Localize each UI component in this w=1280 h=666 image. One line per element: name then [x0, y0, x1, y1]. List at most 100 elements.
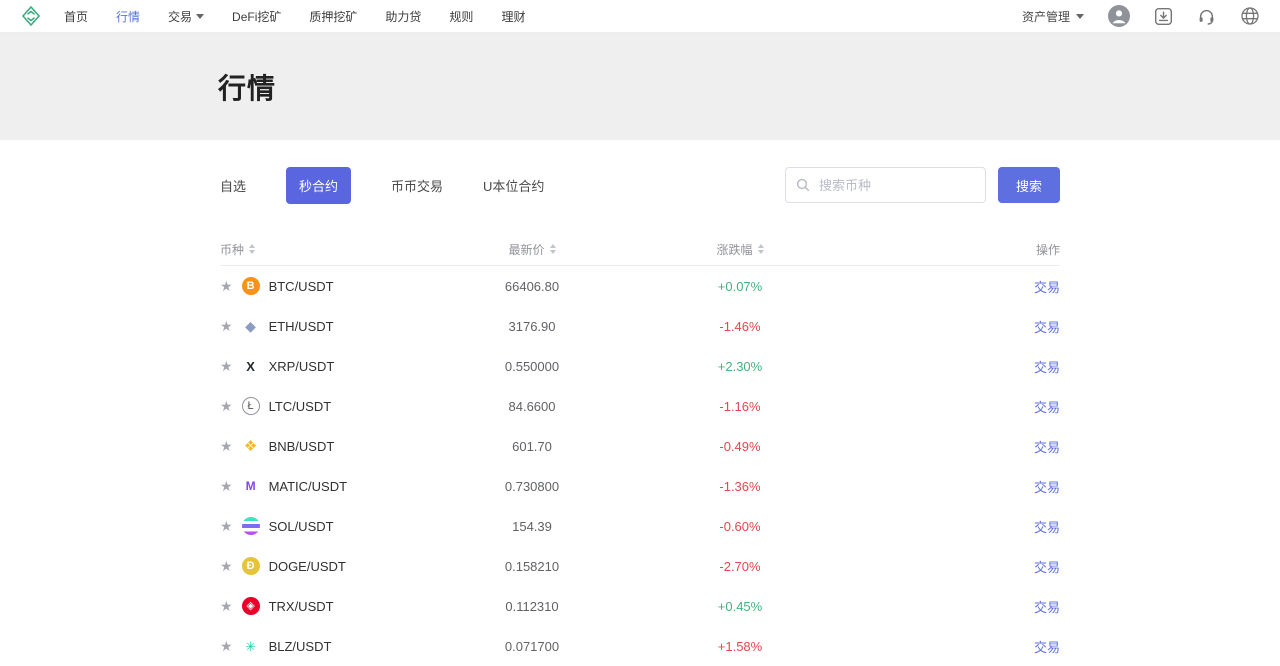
pair-label: LTC/USDT: [269, 399, 332, 414]
nav-item-label: DeFi挖矿: [232, 8, 281, 25]
nav-item-label: 交易: [168, 8, 192, 25]
nav-item[interactable]: DeFi挖矿: [232, 8, 281, 25]
sort-icon[interactable]: [758, 244, 764, 254]
last-price: 0.730800: [430, 479, 634, 494]
pair-cell: ★BBTC/USDT: [220, 277, 430, 295]
nav-item[interactable]: 助力贷: [385, 8, 421, 25]
column-header-label: 币种: [220, 241, 244, 258]
change-percent: -0.49%: [634, 439, 846, 454]
favorite-star-icon[interactable]: ★: [220, 279, 233, 293]
action-cell: 交易: [846, 517, 1060, 536]
trade-link[interactable]: 交易: [1034, 317, 1060, 336]
search-button[interactable]: 搜索: [998, 167, 1060, 203]
favorite-star-icon[interactable]: ★: [220, 519, 233, 533]
market-page: 自选秒合约币币交易U本位合约 搜索 币种最新价涨跌幅操作 ★BBTC/USDT6…: [220, 167, 1060, 666]
pair-cell: ★ SOL/USDT: [220, 517, 430, 535]
trade-link[interactable]: 交易: [1034, 357, 1060, 376]
sort-icon[interactable]: [249, 244, 255, 254]
asset-management-menu[interactable]: 资产管理: [1022, 8, 1084, 25]
table-row: ★◆ETH/USDT3176.90-1.46%交易: [220, 306, 1060, 346]
nav-item[interactable]: 理财: [501, 8, 525, 25]
trade-link[interactable]: 交易: [1034, 277, 1060, 296]
nav-item[interactable]: 交易: [168, 8, 204, 25]
last-price-value: 0.071700: [505, 639, 559, 654]
avatar-icon[interactable]: [1108, 5, 1130, 27]
tab-0[interactable]: 自选: [220, 176, 246, 195]
trade-link[interactable]: 交易: [1034, 477, 1060, 496]
last-price-value: 0.112310: [505, 599, 558, 614]
column-header-label: 操作: [1036, 241, 1060, 258]
tab-3[interactable]: U本位合约: [483, 176, 544, 195]
market-table-body: ★BBTC/USDT66406.80+0.07%交易★◆ETH/USDT3176…: [220, 266, 1060, 666]
trade-link[interactable]: 交易: [1034, 637, 1060, 656]
pair-cell: ★XXRP/USDT: [220, 357, 430, 375]
action-cell: 交易: [846, 597, 1060, 616]
favorite-star-icon[interactable]: ★: [220, 559, 233, 573]
action-cell: 交易: [846, 637, 1060, 656]
action-cell: 交易: [846, 477, 1060, 496]
trade-link[interactable]: 交易: [1034, 437, 1060, 456]
favorite-star-icon[interactable]: ★: [220, 399, 233, 413]
change-percent: -0.60%: [634, 519, 846, 534]
change-percent-value: +1.58%: [718, 639, 762, 654]
pair-label: BLZ/USDT: [269, 639, 332, 654]
action-cell: 交易: [846, 317, 1060, 336]
pair-label: SOL/USDT: [269, 519, 334, 534]
change-percent: +2.30%: [634, 359, 846, 374]
search-box[interactable]: [785, 167, 986, 203]
pair-cell: ★✳BLZ/USDT: [220, 637, 430, 655]
pair-label: DOGE/USDT: [269, 559, 346, 574]
column-header[interactable]: 涨跌幅: [634, 241, 846, 258]
nav-item-label: 规则: [449, 8, 473, 25]
column-header[interactable]: 币种: [220, 241, 430, 258]
sort-icon[interactable]: [550, 244, 556, 254]
support-headset-icon[interactable]: [1197, 7, 1216, 26]
action-cell: 交易: [846, 557, 1060, 576]
favorite-star-icon[interactable]: ★: [220, 359, 233, 373]
change-percent: -1.16%: [634, 399, 846, 414]
table-row: ★❖BNB/USDT601.70-0.49%交易: [220, 426, 1060, 466]
last-price: 0.071700: [430, 639, 634, 654]
favorite-star-icon[interactable]: ★: [220, 479, 233, 493]
change-percent: -1.46%: [634, 319, 846, 334]
trade-link[interactable]: 交易: [1034, 517, 1060, 536]
last-price: 0.158210: [430, 559, 634, 574]
last-price: 84.6600: [430, 399, 634, 414]
nav-menu: 首页 行情 交易 DeFi挖矿 质押挖矿 助力贷 规则 理财: [64, 8, 525, 25]
change-percent-value: +0.45%: [718, 599, 762, 614]
change-percent: +1.58%: [634, 639, 846, 654]
table-row: ★ÐDOGE/USDT0.158210 -2.70% 交易: [220, 546, 1060, 586]
last-price-value: 84.6600: [509, 399, 556, 414]
download-icon[interactable]: [1154, 7, 1173, 26]
nav-item[interactable]: 规则: [449, 8, 473, 25]
nav-item[interactable]: 质押挖矿: [309, 8, 357, 25]
market-table: 币种最新价涨跌幅操作 ★BBTC/USDT66406.80+0.07%交易★◆E…: [220, 233, 1060, 666]
table-row: ★XXRP/USDT0.550000+2.30%交易: [220, 346, 1060, 386]
favorite-star-icon[interactable]: ★: [220, 439, 233, 453]
table-header: 币种 最新价涨跌幅 操作: [220, 233, 1060, 266]
tab-2[interactable]: 币币交易: [391, 176, 443, 195]
pair-cell: ★ÐDOGE/USDT: [220, 557, 430, 575]
nav-item[interactable]: 首页: [64, 8, 88, 25]
change-percent-value: -2.70%: [719, 559, 760, 574]
last-price-value: 3176.90: [509, 319, 556, 334]
nav-item-label: 助力贷: [385, 8, 421, 25]
trade-link[interactable]: 交易: [1034, 397, 1060, 416]
last-price: 0.550000: [430, 359, 634, 374]
column-header[interactable]: 最新价: [430, 241, 634, 258]
favorite-star-icon[interactable]: ★: [220, 319, 233, 333]
nav-item[interactable]: 行情: [116, 8, 140, 25]
trade-link[interactable]: 交易: [1034, 597, 1060, 616]
trade-link[interactable]: 交易: [1034, 557, 1060, 576]
action-cell: 交易: [846, 437, 1060, 456]
last-price: 154.39: [430, 519, 634, 534]
tab-seconds-contract[interactable]: 秒合约: [286, 167, 351, 204]
action-cell: 交易: [846, 277, 1060, 296]
brand-logo-icon[interactable]: [20, 5, 42, 27]
ltc-coin-icon: Ł: [242, 397, 260, 415]
search-input[interactable]: [817, 177, 975, 194]
favorite-star-icon[interactable]: ★: [220, 599, 233, 613]
language-globe-icon[interactable]: [1240, 6, 1260, 26]
xrp-coin-icon: X: [242, 357, 260, 375]
favorite-star-icon[interactable]: ★: [220, 639, 233, 653]
